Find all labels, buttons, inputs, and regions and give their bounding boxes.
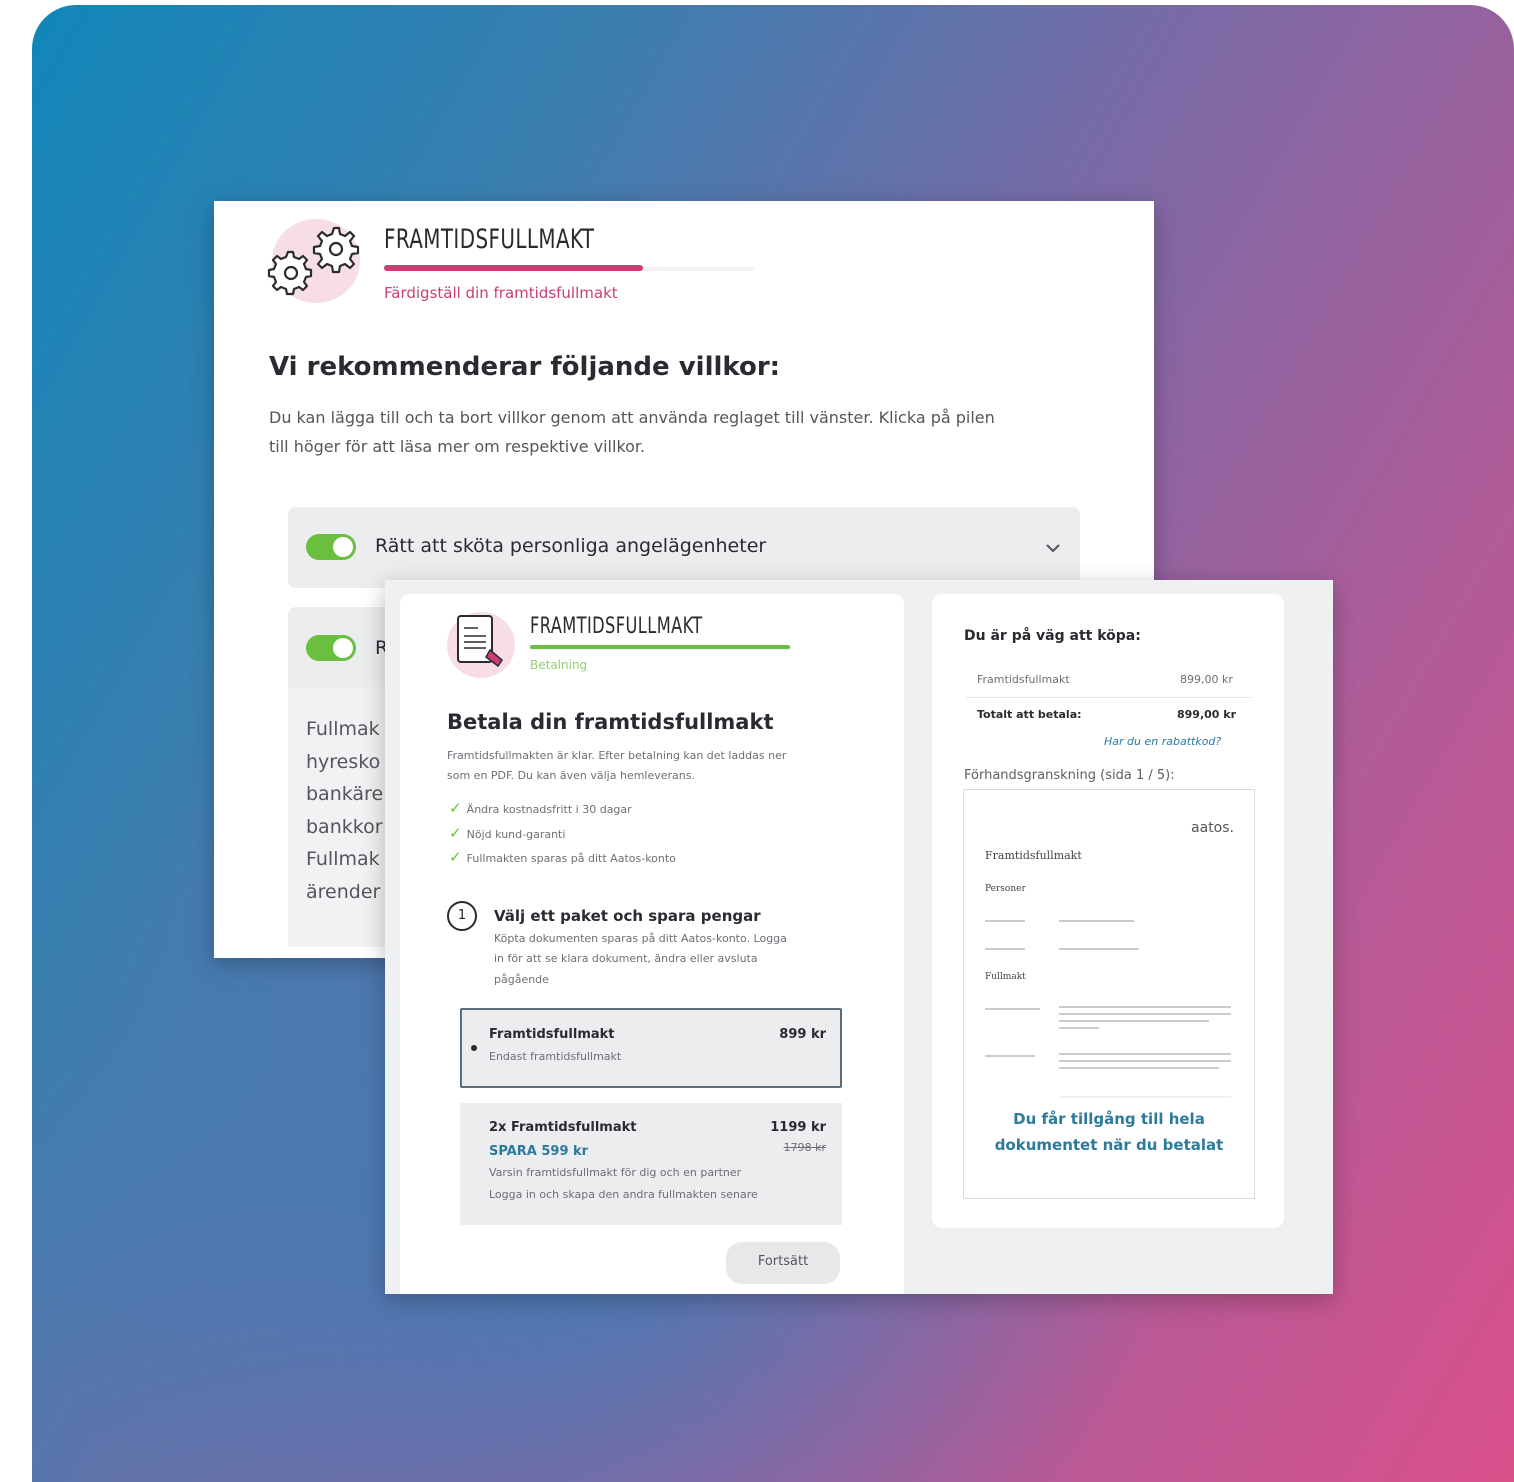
payment-desc-line-2: som en PDF. Du kan även välja hemleveran… (447, 769, 695, 782)
preview-brand: aatos. (1191, 820, 1234, 836)
benefit-list: ✓ Ändra kostnadsfritt i 30 dagar ✓ Nöjd … (449, 798, 676, 872)
package-desc-line-1: Varsin framtidsfullmakt för dig och en p… (489, 1166, 742, 1179)
accordion-text-line: bankkor (306, 815, 383, 838)
payment-heading: Betala din framtidsfullmakt (447, 710, 774, 734)
benefit-label: Nöjd kund-garanti (466, 827, 566, 841)
preview-placeholder-line (985, 948, 1025, 950)
preview-label: Förhandsgranskning (sida 1 / 5): (964, 768, 1175, 783)
preview-placeholder-line (1059, 1013, 1231, 1015)
document-icon (457, 615, 503, 668)
payment-header-subtitle: Betalning (530, 658, 588, 672)
benefit-item: ✓ Ändra kostnadsfritt i 30 dagar (449, 798, 676, 823)
check-icon: ✓ (449, 823, 462, 842)
preview-placeholder-line (1059, 1006, 1231, 1008)
page-heading: Vi rekommenderar följande villkor: (269, 352, 781, 382)
step-number-badge: 1 (447, 901, 477, 931)
gears-icon (267, 226, 360, 296)
toggle-knob (333, 537, 353, 557)
intro-line-1: Du kan lägga till och ta bort villkor ge… (269, 408, 995, 427)
accordion-text: Fullmak hyresko bankäre bankkor Fullmak … (306, 713, 383, 908)
preview-locked-line-1: Du får tillgång till hela (1013, 1110, 1205, 1128)
preview-section-mandate: Fullmakt (985, 972, 1026, 982)
package-desc: Endast framtidsfullmakt (489, 1050, 622, 1063)
continue-button[interactable]: Fortsätt (726, 1242, 840, 1284)
summary-title: Du är på väg att köpa: (964, 628, 1141, 644)
preview-placeholder-line (1059, 920, 1134, 922)
preview-section-persons: Personer (985, 884, 1026, 894)
payment-header-title: FRAMTIDSFULLMAKT (530, 614, 703, 639)
preview-placeholder-line (1059, 1053, 1231, 1055)
preview-placeholder-line (1059, 948, 1139, 950)
accordion-text-line: bankäre (306, 783, 384, 805)
header-title: FRAMTIDSFULLMAKT (384, 224, 595, 255)
preview-placeholder-line (985, 1008, 1040, 1010)
package-name: Framtidsfullmakt (489, 1027, 615, 1042)
accordion-text-line: Fullmak (306, 718, 380, 740)
preview-placeholder-line (1059, 1027, 1099, 1029)
package-option-single[interactable]: Framtidsfullmakt 899 kr Endast framtidsf… (460, 1008, 842, 1088)
benefit-label: Fullmakten sparas på ditt Aatos-konto (466, 852, 676, 865)
accordion-text-line: Fullmak (306, 848, 380, 870)
accordion-item-expanded[interactable]: R Fullmak hyresko bankäre bankkor Fullma… (288, 607, 398, 947)
summary-item-label: Framtidsfullmakt (977, 673, 1070, 686)
summary-divider (966, 697, 1251, 698)
toggle-knob (333, 638, 353, 658)
preview-placeholder-line (985, 1055, 1035, 1057)
discount-code-link[interactable]: Har du en rabattkod? (1104, 735, 1221, 748)
check-icon: ✓ (449, 799, 462, 817)
preview-placeholder-line (1059, 1060, 1231, 1062)
intro-line-2: till höger för att läsa mer om respektiv… (269, 437, 646, 456)
preview-locked-line-2: dokumentet när du betalat (994, 1136, 1224, 1154)
preview-placeholder-line (1059, 1067, 1219, 1069)
step-desc-line-1: Köpta dokumenten sparas på ditt Aatos-ko… (494, 932, 787, 945)
payment-progress-bar (530, 645, 790, 649)
package-old-price: 1798 kr (783, 1141, 826, 1154)
preview-placeholder-line (1059, 1020, 1209, 1022)
package-desc-line-2: Logga in och skapa den andra fullmakten … (489, 1188, 758, 1201)
summary-item-price: 899,00 kr (1180, 673, 1233, 686)
package-save-label: SPARA 599 kr (489, 1144, 589, 1159)
toggle-switch[interactable] (306, 534, 356, 560)
step-desc-line-3: pågående (494, 973, 549, 986)
summary-total-label: Totalt att betala: (977, 708, 1082, 721)
payment-desc-line-1: Framtidsfullmakten är klar. Efter betaln… (447, 749, 787, 762)
chevron-down-icon[interactable] (1045, 542, 1061, 554)
benefit-item: ✓ Fullmakten sparas på ditt Aatos-konto (449, 847, 676, 872)
progress-bar (384, 265, 643, 271)
package-option-double[interactable]: 2x Framtidsfullmakt 1199 kr SPARA 599 kr… (460, 1103, 842, 1225)
step-title: Välj ett paket och spara pengar (494, 907, 761, 925)
header-subtitle: Färdigställ din framtidsfullmakt (384, 284, 618, 302)
document-preview[interactable]: aatos. Framtidsfullmakt Personer Fullmak… (963, 789, 1255, 1199)
toggle-switch[interactable] (306, 635, 356, 661)
accordion-text-line: ärender (306, 880, 381, 903)
accordion-text-line: hyresko (306, 750, 381, 773)
accordion-item-personal-affairs[interactable]: Rätt att sköta personliga angelägenheter (288, 507, 1080, 588)
preview-doc-title: Framtidsfullmakt (985, 849, 1082, 862)
benefit-label: Ändra kostnadsfritt i 30 dagar (466, 803, 632, 816)
package-price: 899 kr (779, 1027, 826, 1042)
check-icon: ✓ (449, 848, 462, 866)
accordion-label: Rätt att sköta personliga angelägenheter (375, 535, 767, 557)
step-desc-line-2: in för att se klara dokument, ändra elle… (494, 952, 758, 965)
benefit-item: ✓ Nöjd kund-garanti (449, 823, 676, 848)
summary-total-price: 899,00 kr (1177, 708, 1237, 721)
package-name: 2x Framtidsfullmakt (489, 1120, 637, 1135)
preview-locked-message: Du får tillgång till hela dokumentet när… (964, 1106, 1254, 1158)
preview-placeholder-line (985, 920, 1025, 922)
radio-selected[interactable] (471, 1045, 477, 1051)
package-price: 1199 kr (770, 1120, 826, 1135)
